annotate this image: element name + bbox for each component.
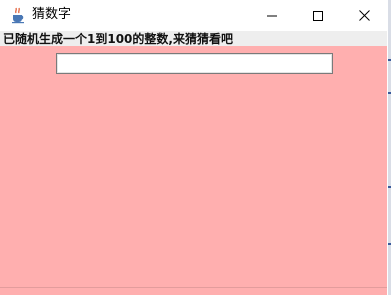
java-cup-icon — [9, 6, 27, 24]
window-bottom-edge — [0, 287, 387, 295]
close-icon — [358, 6, 370, 25]
guess-number-window: 猜数字 已随机生成一个1到100的整数,来猜猜看吧 — [0, 0, 387, 295]
maximize-button[interactable] — [295, 0, 341, 31]
minimize-button[interactable] — [249, 0, 295, 31]
hint-row: 已随机生成一个1到100的整数,来猜猜看吧 — [0, 31, 387, 46]
guess-input[interactable] — [56, 53, 333, 74]
minimize-icon — [267, 6, 277, 25]
content-panel — [0, 46, 387, 287]
maximize-icon — [313, 6, 323, 25]
window-title: 猜数字 — [32, 7, 72, 22]
title-bar[interactable]: 猜数字 — [0, 0, 387, 31]
hint-label: 已随机生成一个1到100的整数,来猜猜看吧 — [3, 32, 233, 46]
close-button[interactable] — [341, 0, 387, 31]
